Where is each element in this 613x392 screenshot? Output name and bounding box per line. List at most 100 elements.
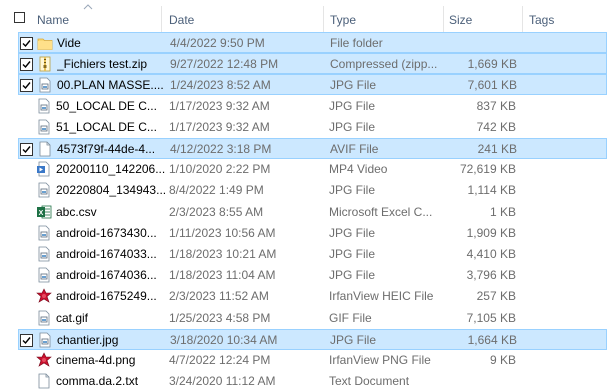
file-row[interactable]: 20220804_134943... 8/4/2022 1:49 PM JPG Fi… (18, 180, 607, 201)
file-date: 2/3/2023 11:52 AM (169, 289, 269, 304)
file-date: 3/24/2020 11:12 AM (169, 374, 276, 389)
file-date: 1/17/2023 9:32 AM (169, 119, 270, 134)
file-name: abc.csv (56, 204, 97, 219)
file-name: 51_LOCAL DE C... (56, 119, 157, 134)
file-name: Vide (57, 36, 81, 50)
file-row[interactable]: 00.PLAN MASSE.... 1/24/2023 8:52 AM JPG Fi… (18, 74, 607, 96)
file-date: 4/7/2022 12:24 PM (169, 353, 271, 367)
file-size: 72,619 KB (459, 162, 516, 177)
file-row[interactable]: 50_LOCAL DE C... 1/17/2023 9:32 AM JPG Fil… (18, 96, 607, 117)
row-checkbox[interactable] (20, 37, 33, 50)
file-type: Microsoft Excel C... (329, 204, 433, 219)
file-type: JPG File (329, 119, 376, 134)
file-row[interactable]: android-1675249... 2/3/2023 11:52 AM Irfan… (18, 286, 607, 307)
file-size: 257 KB (476, 289, 516, 304)
file-name: 20220804_134943... (56, 183, 167, 198)
file-type: JPG File (329, 268, 376, 283)
file-size: 1,909 KB (466, 225, 516, 240)
file-name: android-1673430... (56, 225, 157, 240)
image-file-icon (38, 182, 50, 198)
file-date: 1/18/2023 10:21 AM (169, 247, 277, 261)
file-name: android-1674036... (56, 268, 157, 283)
column-header-tags[interactable]: Tags (529, 0, 599, 32)
file-row[interactable]: 51_LOCAL DE C... 1/17/2023 9:32 AM JPG Fil… (18, 117, 607, 138)
file-name: comma.da.2.txt (56, 374, 139, 389)
file-name: cinema-4d.png (56, 353, 136, 367)
file-row[interactable]: cinema-4d.png 4/7/2022 12:24 PM IrfanView … (18, 350, 607, 371)
file-row[interactable]: android-1673430... 1/11/2023 10:56 AM JPG … (18, 223, 607, 244)
select-all-checkbox[interactable] (14, 12, 25, 23)
file-row[interactable]: android-1674036... 1/18/2023 11:04 AM JPG … (18, 265, 607, 286)
file-name: android-1674033... (56, 247, 157, 261)
file-type: JPG File (329, 183, 376, 198)
column-divider[interactable] (161, 6, 162, 32)
file-name: cat.gif (56, 310, 89, 325)
file-row[interactable]: Vide 4/4/2022 9:50 PM File folder (18, 32, 607, 53)
file-date: 1/18/2023 11:04 AM (169, 268, 276, 283)
file-size: 241 KB (477, 142, 517, 156)
column-divider[interactable] (522, 6, 523, 32)
file-size: 7,601 KB (467, 78, 517, 93)
excel-icon: X (37, 205, 52, 218)
file-size: 1,669 KB (467, 57, 517, 72)
svg-text:X: X (39, 210, 44, 217)
image-file-icon (38, 310, 50, 325)
file-size: 837 KB (476, 98, 516, 113)
file-type: IrfanView PNG File (329, 353, 431, 367)
file-row[interactable]: comma.da.2.txt 3/24/2020 11:12 AM Text Doc… (18, 371, 607, 392)
file-type: Text Document (329, 374, 410, 389)
file-row[interactable]: android-1674033... 1/18/2023 10:21 AM JPG … (18, 244, 607, 265)
file-name: chantier.jpg (57, 332, 119, 347)
file-name: 4573f79f-44de-4... (57, 142, 156, 156)
file-date: 1/17/2023 9:32 AM (169, 98, 270, 113)
file-name: 50_LOCAL DE C... (56, 98, 157, 113)
row-checkbox[interactable] (20, 58, 33, 72)
folder-icon (37, 38, 53, 50)
blank-file-icon (38, 373, 50, 389)
column-header-name[interactable]: Name (37, 0, 157, 32)
file-type: JPG File (330, 332, 377, 347)
file-date: 9/27/2022 12:48 PM (170, 57, 279, 72)
file-size: 1 KB (489, 204, 516, 219)
file-date: 8/4/2022 1:49 PM (169, 183, 264, 198)
file-name: 20200110_142206... (56, 162, 166, 177)
file-row[interactable]: 4573f79f-44de-4... 4/12/2022 3:18 PM AVIF … (18, 138, 607, 159)
column-divider[interactable] (323, 6, 324, 32)
file-name: android-1675249... (56, 289, 157, 304)
column-divider[interactable] (443, 6, 444, 32)
file-size: 1,664 KB (467, 332, 517, 347)
file-size (450, 371, 516, 392)
file-type: JPG File (329, 98, 376, 113)
image-file-icon (38, 267, 50, 283)
file-row[interactable]: Xabc.csv 2/3/2023 8:55 AM Microsoft Excel … (18, 202, 607, 223)
row-checkbox[interactable] (20, 143, 33, 156)
row-checkbox[interactable] (20, 79, 33, 93)
file-type: JPG File (329, 225, 376, 240)
image-file-icon (38, 119, 50, 135)
file-date: 1/10/2020 2:22 PM (169, 162, 271, 177)
video-file-icon (37, 161, 50, 177)
file-row[interactable]: 20200110_142206... 1/10/2020 2:22 PM MP4 V… (18, 159, 607, 180)
file-size: 4,410 KB (466, 247, 516, 261)
column-header-date[interactable]: Date (169, 0, 319, 32)
file-row[interactable]: chantier.jpg 3/18/2020 10:34 AM JPG File 1,… (18, 328, 607, 350)
file-type: IrfanView HEIC File (329, 289, 434, 304)
file-type: File folder (330, 36, 383, 50)
file-type: MP4 Video (329, 162, 388, 177)
file-size: 1,114 KB (467, 183, 516, 198)
image-file-icon (38, 98, 50, 113)
file-row[interactable]: cat.gif 1/25/2023 4:58 PM GIF File 7,105 KB (18, 308, 607, 329)
column-header-type[interactable]: Type (330, 0, 440, 32)
file-size: 7,105 KB (466, 310, 516, 325)
column-header-size[interactable]: Size (449, 0, 519, 32)
file-name: 00.PLAN MASSE.... (57, 78, 164, 93)
file-date: 4/12/2022 3:18 PM (170, 142, 272, 156)
file-row[interactable]: _Fichiers test.zip 9/27/2022 12:48 PM Comp… (18, 53, 607, 75)
image-file-icon (38, 246, 50, 262)
file-type: GIF File (329, 310, 372, 325)
file-date: 1/11/2023 10:56 AM (169, 225, 276, 240)
file-type: JPG File (330, 78, 377, 93)
zip-icon (39, 56, 51, 72)
image-file-icon (39, 332, 51, 348)
row-checkbox[interactable] (20, 333, 33, 347)
